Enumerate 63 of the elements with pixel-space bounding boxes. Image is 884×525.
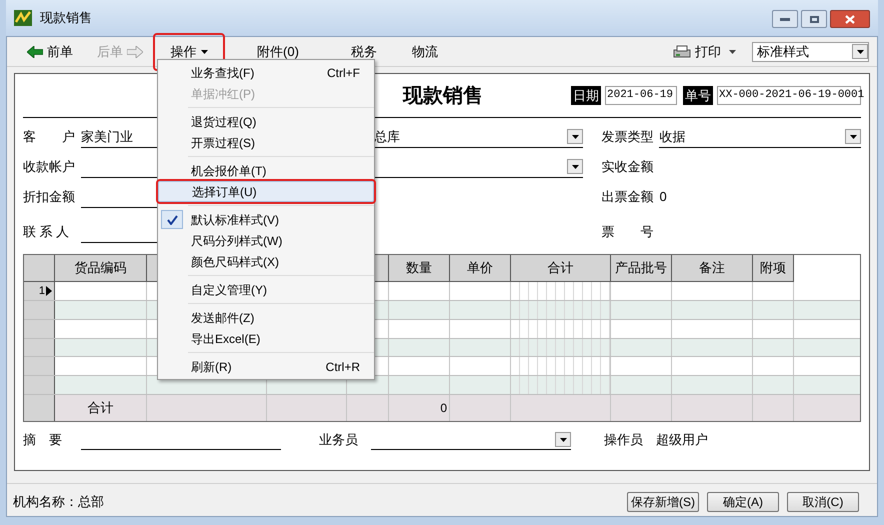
column-header: 数量	[389, 255, 450, 282]
field-label: 折扣金额	[23, 188, 76, 206]
date-label: 日期	[571, 86, 601, 106]
window-title: 现款销售	[40, 9, 92, 28]
menu-item[interactable]: 刷新(R) Ctrl+R	[158, 356, 374, 377]
field-value: 0	[659, 188, 668, 206]
menu-item[interactable]: 机会报价单(T)	[158, 160, 374, 181]
style-select[interactable]: 标准样式	[752, 42, 869, 62]
column-header: 合计	[511, 255, 611, 282]
menu-item[interactable]: 发送邮件(Z)	[158, 307, 374, 328]
print-button[interactable]: 打印	[673, 42, 721, 62]
column-header: 附项	[753, 255, 794, 282]
form-title: 现款销售	[403, 84, 483, 108]
corner-cell	[24, 255, 55, 282]
close-icon	[845, 14, 855, 24]
menu-item[interactable]: 自定义管理(Y)	[158, 279, 374, 300]
toolbar-button[interactable]: 物流	[395, 38, 455, 64]
org-name: 机构名称：总部	[13, 493, 104, 512]
app-logo-icon	[14, 10, 32, 26]
close-button[interactable]	[830, 10, 870, 28]
number-label: 单号	[683, 86, 713, 106]
column-header: 备注	[672, 255, 753, 282]
field-label: 票 号	[601, 223, 654, 242]
forward-arrow-icon	[127, 46, 143, 58]
menu-item[interactable]: 尺码分列样式(W)	[158, 230, 374, 251]
check-icon	[161, 210, 183, 229]
field-label: 操作员	[604, 431, 644, 450]
field-label: 业务员	[319, 431, 359, 450]
column-header: 产品批号	[611, 255, 672, 282]
menu-item[interactable]: 颜色尺码样式(X)	[158, 251, 374, 272]
current-row-icon	[46, 286, 52, 296]
table-cell: 合计	[55, 395, 147, 422]
field-label: 摘 要	[23, 431, 63, 450]
date-field[interactable]: 2021-06-19	[605, 86, 677, 105]
row-header: 1	[24, 282, 55, 300]
field-label: 收款帐户	[23, 158, 76, 176]
toolbar-button[interactable]: 附件(0)	[223, 38, 333, 64]
field-label: 客 户	[23, 128, 76, 146]
toolbar-button[interactable]: 前单	[15, 38, 85, 64]
caret-icon	[200, 50, 208, 54]
back-arrow-icon	[27, 46, 43, 58]
column-header: 货品编码	[55, 255, 147, 282]
toolbar-button[interactable]: 税务	[333, 38, 395, 64]
menu-item[interactable]: 导出Excel(E)	[158, 328, 374, 349]
minimize-button[interactable]	[772, 10, 798, 28]
dropdown-field[interactable]: 收据	[659, 126, 861, 148]
caret-icon[interactable]	[729, 50, 736, 54]
menu-item[interactable]: 业务查找(F) Ctrl+F	[158, 62, 374, 83]
printer-icon	[673, 44, 691, 58]
field-label: 实收金额	[601, 158, 654, 176]
field-value: 超级用户	[656, 431, 708, 450]
dialog-button[interactable]: 取消(C)	[787, 492, 859, 512]
menu-item[interactable]: 默认标准样式(V)	[158, 209, 374, 230]
dialog-button[interactable]: 确定(A)	[707, 492, 779, 512]
column-header: 单价	[450, 255, 511, 282]
dialog-button[interactable]: 保存新增(S)	[627, 492, 699, 512]
dropdown-field[interactable]	[371, 430, 571, 450]
field-label: 联 系 人	[23, 223, 70, 242]
field-label: 出票金额	[601, 188, 654, 206]
field-label: 发票类型	[601, 128, 654, 146]
menu-item[interactable]: 选择订单(U)	[158, 181, 374, 202]
table-cell: 0	[389, 395, 450, 422]
maximize-button[interactable]	[801, 10, 827, 28]
